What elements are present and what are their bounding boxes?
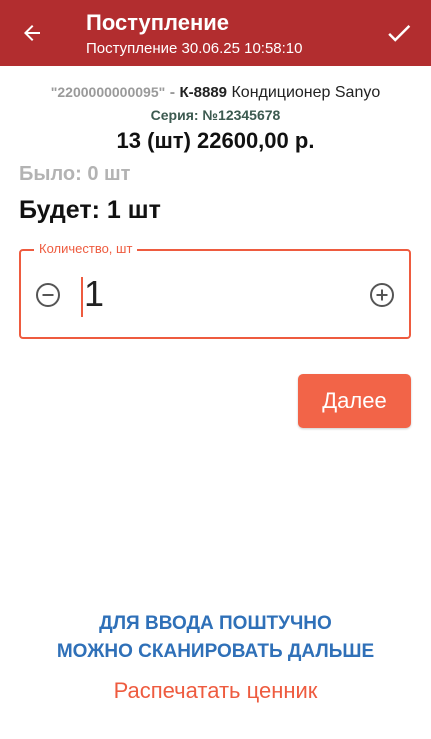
confirm-button[interactable] [381, 15, 417, 51]
plus-circle-icon [370, 283, 394, 307]
product-article: К-8889 [179, 84, 228, 101]
quantity-field[interactable]: Количество, шт [19, 241, 411, 339]
product-barcode: "2200000000095" [50, 84, 166, 100]
product-series: Серия: №12345678 [150, 107, 281, 123]
scan-hint-line1: ДЛЯ ВВОДА ПОШТУЧНО [99, 613, 332, 634]
app-bar: Поступление Поступление 30.06.25 10:58:1… [0, 0, 431, 66]
product-name: Кондиционер Sanyo [231, 84, 381, 101]
text-cursor [81, 277, 83, 317]
product-line: "2200000000095" - К-8889 Кондиционер San… [0, 84, 431, 102]
price-line: 13 (шт) 22600,00 р. [116, 128, 315, 153]
was-count: Было: 0 шт [19, 163, 131, 185]
arrow-left-icon [24, 25, 40, 41]
print-price-tag-link[interactable]: Распечатать ценник [0, 678, 431, 704]
next-button[interactable]: Далее [298, 374, 411, 428]
decrement-button[interactable] [35, 282, 61, 308]
quantity-label: Количество, шт [34, 241, 138, 256]
product-separator: - [169, 84, 176, 101]
check-icon [388, 24, 411, 42]
scan-hint-line2: МОЖНО СКАНИРОВАТЬ ДАЛЬШЕ [56, 641, 375, 662]
minus-circle-icon [36, 283, 60, 307]
quantity-input[interactable] [84, 273, 364, 315]
screen-title: Поступление [86, 10, 230, 35]
increment-button[interactable] [369, 282, 395, 308]
screen-subtitle: Поступление 30.06.25 10:58:10 [86, 40, 303, 57]
back-button[interactable] [14, 15, 50, 51]
will-count: Будет: 1 шт [19, 196, 161, 224]
